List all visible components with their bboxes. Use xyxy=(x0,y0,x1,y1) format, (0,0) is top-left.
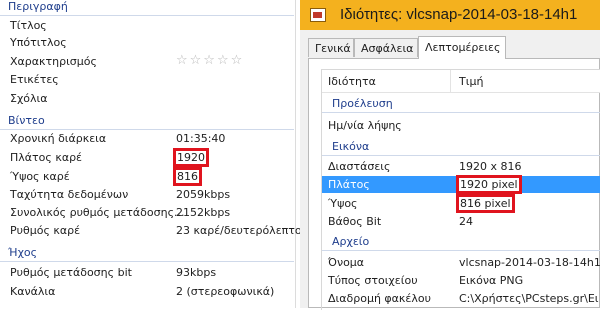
row-value: 23 καρέ/δευτερόλεπτο xyxy=(176,224,302,237)
row-label: Σχόλια xyxy=(10,92,48,105)
title-bar[interactable]: Ιδιότητες: vlcsnap-2014-03-18-14h1 xyxy=(300,0,600,30)
detail-row-rating[interactable]: Χαρακτηρισμός ☆☆☆☆☆ xyxy=(0,53,294,70)
properties-list[interactable]: Ιδιότητα Τιμή Προέλευση Ημ/νία λήψης Εικ… xyxy=(321,69,600,310)
column-divider[interactable] xyxy=(450,70,451,92)
row-label: Ετικέτες xyxy=(10,73,59,86)
row-label: Ταχύτητα δεδομένων xyxy=(10,188,129,201)
column-header-value[interactable]: Τιμή xyxy=(459,75,483,88)
section-title: Ήχος xyxy=(8,246,38,259)
column-header-property[interactable]: Ιδιότητα xyxy=(328,75,376,88)
property-row-folder-path[interactable]: Διαδρομή φακέλου C:\Χρήστες\PCsteps.gr\Ε… xyxy=(322,290,600,307)
group-header-image: Εικόνα xyxy=(322,139,600,156)
detail-row-tags[interactable]: Ετικέτες xyxy=(0,71,294,88)
divider xyxy=(322,250,600,251)
frame-height-value: 816 xyxy=(173,167,202,186)
height-pixel-value: 816 pixel xyxy=(456,194,515,213)
row-label: Υπότιτλος xyxy=(10,36,67,49)
section-title: Περιγραφή xyxy=(8,0,68,13)
width-pixel-value: 1920 pixel xyxy=(456,175,522,194)
row-label: Ρυθμός μετάδοσης bit xyxy=(10,266,132,279)
row-value: 93kbps xyxy=(176,266,217,279)
detail-row-data-rate[interactable]: Ταχύτητα δεδομένων 2059kbps xyxy=(0,186,294,203)
rating-stars[interactable]: ☆☆☆☆☆ xyxy=(176,53,244,68)
divider xyxy=(0,15,294,16)
property-name: Ύψος xyxy=(328,197,358,210)
divider xyxy=(322,112,600,113)
property-name: Διαστάσεις xyxy=(328,160,391,173)
detail-row-channels[interactable]: Κανάλια 2 (στερεοφωνικά) xyxy=(0,283,294,300)
property-row-name[interactable]: Όνομα vlcsnap-2014-03-18-14h1 xyxy=(322,254,600,271)
property-value: vlcsnap-2014-03-18-14h1 xyxy=(459,256,600,269)
group-header-file: Αρχείο xyxy=(322,234,600,251)
group-header-origin: Προέλευση xyxy=(322,96,600,113)
section-title: Βίντεο xyxy=(8,114,45,127)
section-header-video: Βίντεο xyxy=(0,114,294,130)
row-label: Ύψος καρέ xyxy=(10,170,70,183)
frame-width-value: 1920 xyxy=(173,148,209,167)
detail-row-total-bitrate[interactable]: Συνολικός ρυθμός μετάδοσης... 2152kbps xyxy=(0,204,294,221)
property-row-date-taken[interactable]: Ημ/νία λήψης xyxy=(322,117,600,134)
list-header: Ιδιότητα Τιμή xyxy=(322,70,600,93)
tab-general[interactable]: Γενικά xyxy=(308,38,354,57)
tab-security[interactable]: Ασφάλεια xyxy=(354,38,418,57)
row-value: 2059kbps xyxy=(176,188,231,201)
detail-row-frame-height[interactable]: Ύψος καρέ 816 xyxy=(0,167,294,186)
row-label: Συνολικός ρυθμός μετάδοσης... xyxy=(10,206,185,219)
tab-label: Γενικά xyxy=(315,42,351,55)
property-row-dimensions[interactable]: Διαστάσεις 1920 x 816 xyxy=(322,158,600,175)
property-name: Διαδρομή φακέλου xyxy=(328,292,431,305)
property-value: Εικόνα PNG xyxy=(459,274,524,287)
detail-row-audio-bitrate[interactable]: Ρυθμός μετάδοσης bit 93kbps xyxy=(0,264,294,281)
group-title: Εικόνα xyxy=(332,140,370,153)
row-value: 2152kbps xyxy=(176,206,231,219)
detail-row-comments[interactable]: Σχόλια xyxy=(0,90,294,107)
property-name: Όνομα xyxy=(328,256,365,269)
detail-row-frame-rate[interactable]: Ρυθμός καρέ 23 καρέ/δευτερόλεπτο xyxy=(0,222,302,239)
image-file-icon xyxy=(310,8,326,22)
tab-details[interactable]: Λεπτομέρειες xyxy=(418,36,506,59)
section-header-audio: Ήχος xyxy=(0,246,294,262)
row-label: Κανάλια xyxy=(10,285,56,298)
file-details-panel: Περιγραφή Τίτλος Υπότιτλος Χαρακτηρισμός… xyxy=(0,0,302,308)
section-header-description: Περιγραφή xyxy=(0,0,294,16)
row-label: Τίτλος xyxy=(10,19,47,32)
row-value: 2 (στερεοφωνικά) xyxy=(176,285,275,298)
window-title: Ιδιότητες: vlcsnap-2014-03-18-14h1 xyxy=(340,6,578,23)
property-name: Πλάτος xyxy=(328,178,370,191)
divider xyxy=(0,261,294,262)
property-row-item-type[interactable]: Τύπος στοιχείου Εικόνα PNG xyxy=(322,272,600,289)
property-value: 1920 x 816 xyxy=(459,160,522,173)
property-row-height[interactable]: Ύψος 816 pixel xyxy=(322,194,600,213)
row-label: Χαρακτηρισμός xyxy=(10,55,97,68)
detail-row-frame-width[interactable]: Πλάτος καρέ 1920 xyxy=(0,148,294,167)
property-row-bit-depth[interactable]: Βάθος Bit 24 xyxy=(322,213,600,230)
row-value: 01:35:40 xyxy=(176,132,226,145)
property-row-width[interactable]: Πλάτος 1920 pixel xyxy=(322,175,600,194)
property-name: Ημ/νία λήψης xyxy=(328,119,402,132)
detail-row-subtitle[interactable]: Υπότιτλος xyxy=(0,34,294,51)
row-label: Ρυθμός καρέ xyxy=(10,224,81,237)
property-name: Τύπος στοιχείου xyxy=(328,274,418,287)
detail-row-duration[interactable]: Χρονική διάρκεια 01:35:40 xyxy=(0,130,294,147)
property-value: 24 xyxy=(459,215,473,228)
property-name: Βάθος Bit xyxy=(328,215,382,228)
tab-label: Ασφάλεια xyxy=(361,42,414,55)
properties-dialog: Ιδιότητες: vlcsnap-2014-03-18-14h1 Γενικ… xyxy=(300,0,600,310)
tab-content-details: Ιδιότητα Τιμή Προέλευση Ημ/νία λήψης Εικ… xyxy=(308,58,600,310)
group-title: Αρχείο xyxy=(332,235,370,248)
group-title: Προέλευση xyxy=(332,97,393,110)
detail-row-title[interactable]: Τίτλος xyxy=(0,17,294,34)
tab-label: Λεπτομέρειες xyxy=(425,41,501,54)
divider xyxy=(322,155,600,156)
property-value: C:\Χρήστες\PCsteps.gr\Ει xyxy=(459,292,599,305)
row-label: Πλάτος καρέ xyxy=(10,151,82,164)
row-label: Χρονική διάρκεια xyxy=(10,132,107,145)
